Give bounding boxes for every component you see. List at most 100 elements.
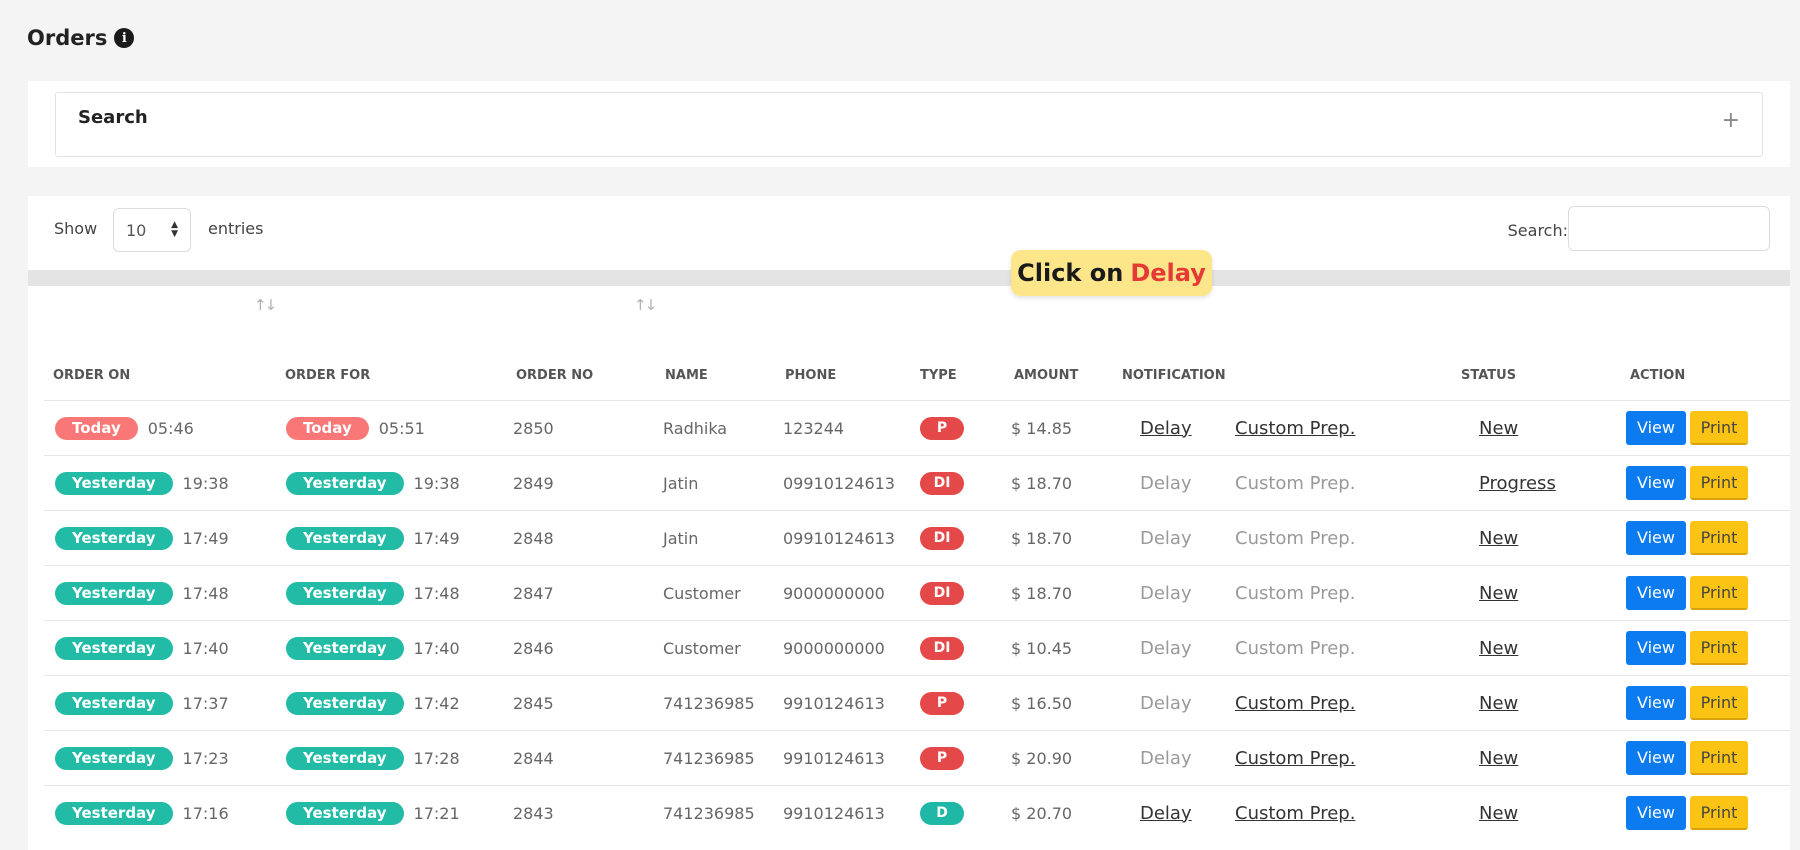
type-badge: DI (920, 526, 964, 550)
view-button[interactable]: View (1626, 521, 1686, 555)
custom-prep-link[interactable]: Custom Prep. (1235, 638, 1355, 659)
delay-link[interactable]: Delay (1140, 528, 1192, 549)
delay-link[interactable]: Delay (1140, 803, 1192, 824)
delay-link[interactable]: Delay (1140, 693, 1192, 714)
custom-prep-link[interactable]: Custom Prep. (1235, 803, 1355, 824)
custom-prep-link[interactable]: Custom Prep. (1235, 583, 1355, 604)
delay-cell: Delay (1140, 566, 1192, 620)
view-button[interactable]: View (1626, 796, 1686, 830)
status-cell: New (1479, 731, 1518, 785)
show-label: Show (54, 219, 98, 238)
view-button[interactable]: View (1626, 631, 1686, 665)
delay-link[interactable]: Delay (1140, 748, 1192, 769)
print-button[interactable]: Print (1690, 411, 1748, 445)
search-input[interactable] (1568, 206, 1770, 251)
print-button[interactable]: Print (1690, 686, 1748, 720)
order-on-time: 05:46 (147, 418, 194, 438)
order-for-day-badge: Yesterday (286, 801, 404, 825)
type-cell: DI (920, 621, 964, 675)
custom-prep-link[interactable]: Custom Prep. (1235, 473, 1355, 494)
order-on-cell: Yesterday 19:38 (55, 456, 229, 510)
status-link[interactable]: New (1479, 748, 1518, 769)
delay-link[interactable]: Delay (1140, 473, 1192, 494)
action-cell: View Print (1626, 731, 1752, 785)
status-link[interactable]: New (1479, 803, 1518, 824)
header-order-no[interactable]: ORDER NO (516, 368, 593, 383)
order-for-cell: Yesterday 17:21 (286, 786, 460, 840)
view-button[interactable]: View (1626, 576, 1686, 610)
custom-prep-link[interactable]: Custom Prep. (1235, 748, 1355, 769)
header-type[interactable]: TYPE (920, 368, 957, 383)
hint-tooltip-prefix: Click on (1017, 259, 1124, 287)
status-link[interactable]: New (1479, 528, 1518, 549)
delay-link[interactable]: Delay (1140, 638, 1192, 659)
order-on-day-badge: Yesterday (55, 636, 173, 660)
header-notification[interactable]: NOTIFICATION (1122, 368, 1226, 383)
print-button[interactable]: Print (1690, 741, 1748, 775)
type-cell: DI (920, 566, 964, 620)
type-badge: P (920, 416, 964, 440)
view-button[interactable]: View (1626, 741, 1686, 775)
order-no-cell: 2850 (513, 418, 554, 438)
order-for-time: 17:21 (413, 803, 460, 823)
header-name[interactable]: NAME (665, 368, 708, 383)
delay-cell: Delay (1140, 511, 1192, 565)
type-badge: DI (920, 636, 964, 660)
print-button[interactable]: Print (1690, 576, 1748, 610)
order-for-cell: Today 05:51 (286, 401, 425, 455)
order-no-cell: 2846 (513, 638, 554, 658)
header-amount[interactable]: AMOUNT (1014, 368, 1078, 383)
custom-prep-link[interactable]: Custom Prep. (1235, 528, 1355, 549)
delay-cell: Delay (1140, 456, 1192, 510)
order-no-cell: 2848 (513, 528, 554, 548)
custom-prep-link[interactable]: Custom Prep. (1235, 693, 1355, 714)
delay-link[interactable]: Delay (1140, 418, 1192, 439)
sort-icon[interactable]: ↑↓ (254, 296, 277, 314)
phone-cell: 9910124613 (783, 803, 885, 823)
status-link[interactable]: New (1479, 418, 1518, 439)
custom-prep-cell: Custom Prep. (1235, 566, 1355, 620)
search-accordion[interactable]: Search + (55, 92, 1763, 157)
status-cell: New (1479, 786, 1518, 840)
view-button[interactable]: View (1626, 686, 1686, 720)
status-link[interactable]: Progress (1479, 473, 1556, 494)
type-badge: DI (920, 471, 964, 495)
order-for-time: 05:51 (378, 418, 425, 438)
status-cell: New (1479, 566, 1518, 620)
header-order-on[interactable]: ORDER ON (53, 368, 130, 383)
type-cell: P (920, 676, 964, 730)
entries-select[interactable]: 10 ▲ ▼ (113, 208, 191, 252)
type-cell: DI (920, 511, 964, 565)
type-badge: P (920, 691, 964, 715)
delay-cell: Delay (1140, 786, 1192, 840)
type-badge: P (920, 746, 964, 770)
amount-cell: $ 18.70 (1011, 473, 1073, 493)
view-button[interactable]: View (1626, 466, 1686, 500)
print-button[interactable]: Print (1690, 466, 1748, 500)
header-order-for[interactable]: ORDER FOR (285, 368, 370, 383)
status-link[interactable]: New (1479, 583, 1518, 604)
order-for-time: 17:42 (413, 693, 460, 713)
print-button[interactable]: Print (1690, 631, 1748, 665)
order-on-day-badge: Yesterday (55, 746, 173, 770)
action-cell: View Print (1626, 566, 1752, 620)
custom-prep-cell: Custom Prep. (1235, 621, 1355, 675)
status-link[interactable]: New (1479, 638, 1518, 659)
print-button[interactable]: Print (1690, 521, 1748, 555)
delay-link[interactable]: Delay (1140, 583, 1192, 604)
select-arrows-icon: ▲ ▼ (171, 220, 178, 239)
custom-prep-link[interactable]: Custom Prep. (1235, 418, 1355, 439)
plus-icon[interactable]: + (1722, 110, 1740, 132)
phone-cell: 9000000000 (783, 638, 885, 658)
custom-prep-cell: Custom Prep. (1235, 456, 1355, 510)
sort-icon[interactable]: ↑↓ (634, 296, 657, 314)
print-button[interactable]: Print (1690, 796, 1748, 830)
status-link[interactable]: New (1479, 693, 1518, 714)
order-for-time: 17:48 (413, 583, 460, 603)
header-phone[interactable]: PHONE (785, 368, 836, 383)
header-status[interactable]: STATUS (1461, 368, 1516, 383)
view-button[interactable]: View (1626, 411, 1686, 445)
status-cell: Progress (1479, 456, 1556, 510)
info-icon[interactable]: i (114, 28, 135, 48)
action-cell: View Print (1626, 401, 1752, 455)
